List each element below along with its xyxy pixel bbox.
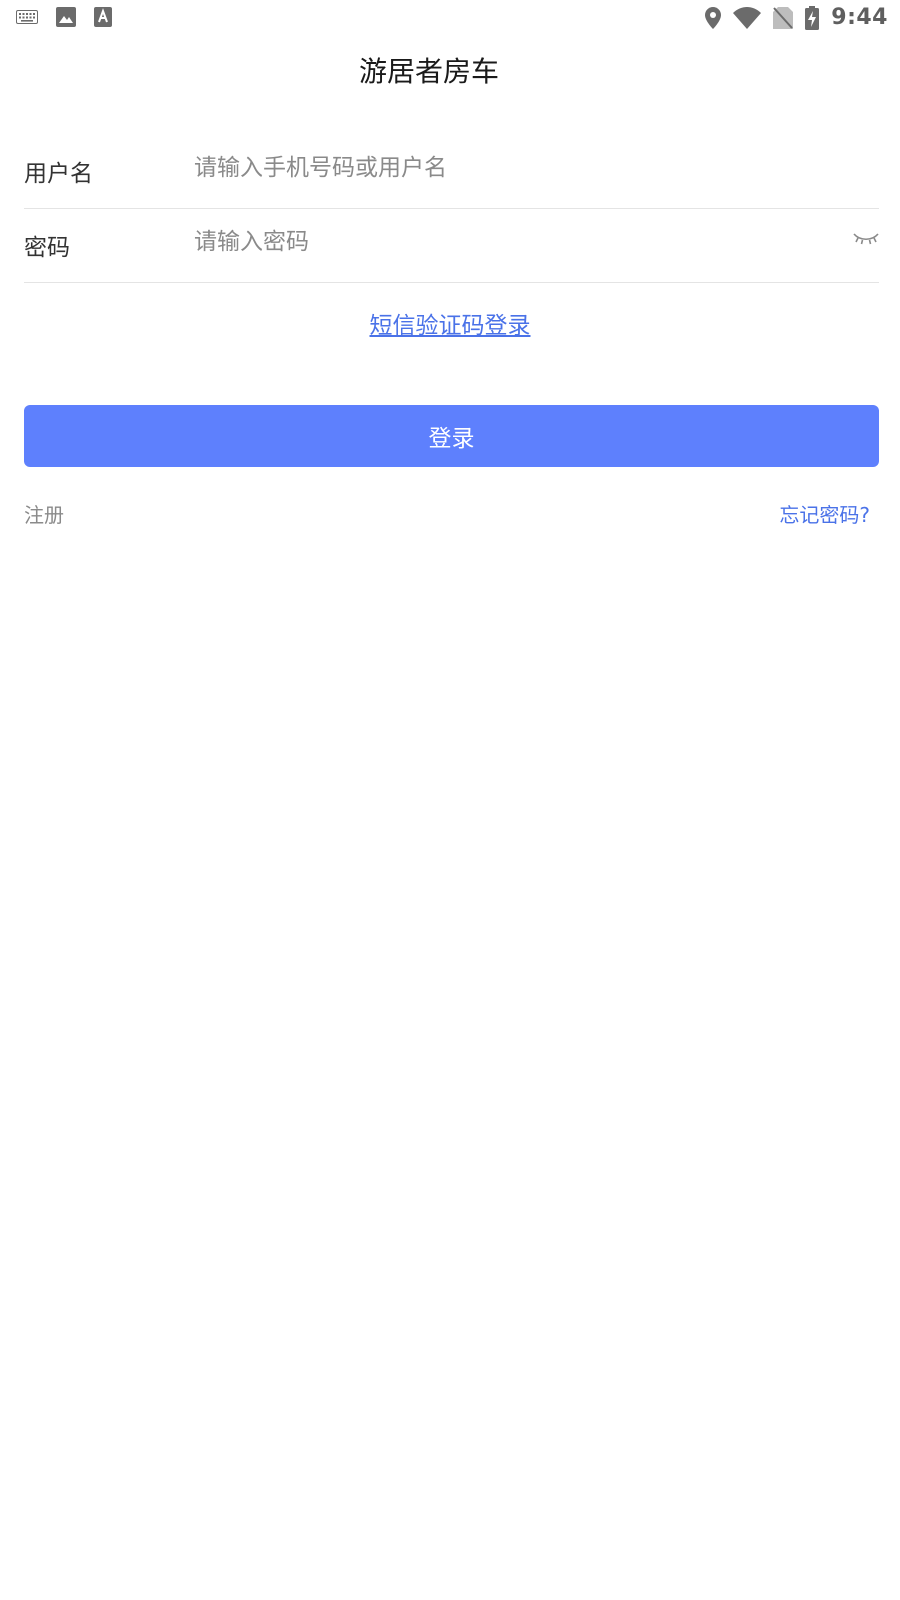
forgot-password-link[interactable]: 忘记密码? xyxy=(779,499,870,528)
status-bar-right: 9:44 xyxy=(705,5,888,30)
location-icon xyxy=(705,6,722,29)
status-time: 9:44 xyxy=(831,5,888,30)
no-sim-icon xyxy=(773,6,794,29)
status-bar-left xyxy=(16,7,112,27)
keyboard-icon xyxy=(16,10,38,24)
battery-charging-icon xyxy=(805,5,820,30)
page-title: 游居者房车 xyxy=(358,55,499,88)
username-label: 用户名 xyxy=(24,161,93,187)
eye-closed-icon[interactable] xyxy=(853,231,879,247)
password-label: 密码 xyxy=(24,235,70,261)
status-bar: 9:44 xyxy=(0,0,900,36)
username-row: 用户名 xyxy=(24,134,879,209)
text-a-icon xyxy=(94,7,112,27)
wifi-icon xyxy=(733,6,762,29)
username-input[interactable] xyxy=(194,148,794,188)
sms-login-link[interactable]: 短信验证码登录 xyxy=(0,306,900,340)
register-link[interactable]: 注册 xyxy=(24,499,64,528)
password-input[interactable] xyxy=(194,222,794,262)
image-icon xyxy=(56,7,76,27)
password-row: 密码 xyxy=(24,208,879,283)
login-button[interactable]: 登录 xyxy=(24,405,879,467)
